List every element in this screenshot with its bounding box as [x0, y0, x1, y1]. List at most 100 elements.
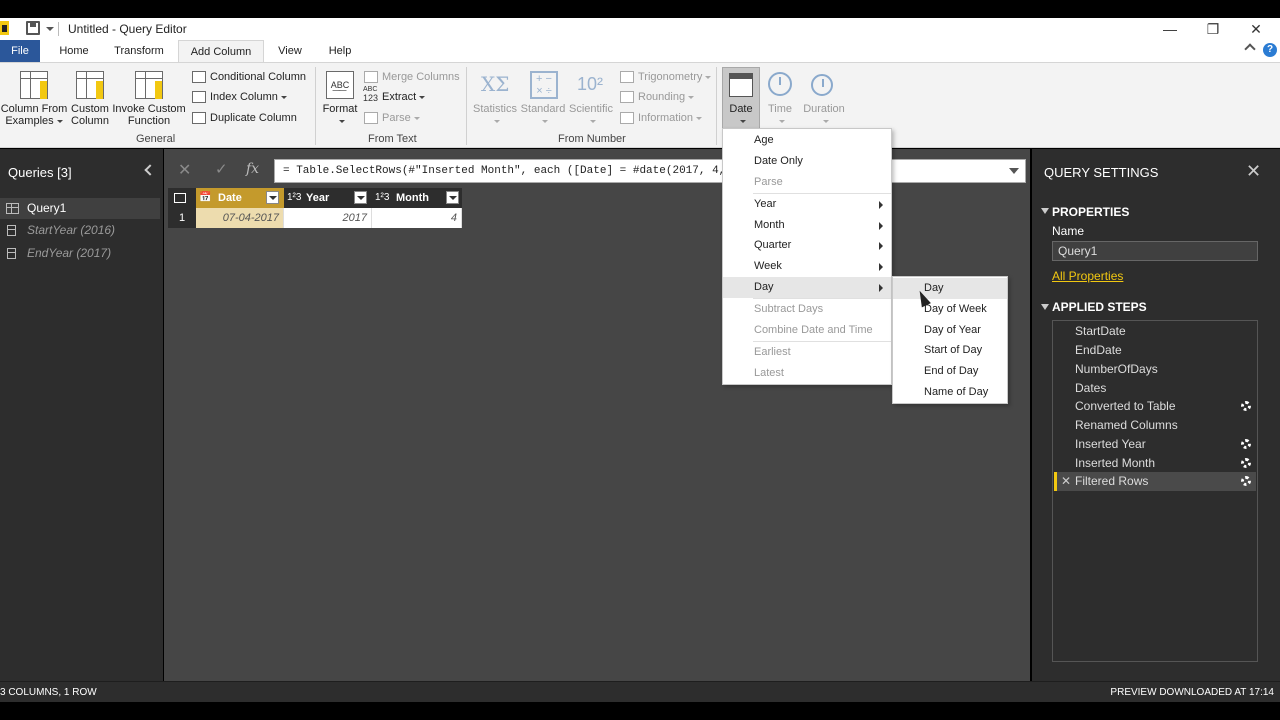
all-properties-link[interactable]: All Properties: [1052, 269, 1123, 283]
gear-icon[interactable]: [1241, 458, 1251, 468]
tab-transform[interactable]: Transform: [108, 40, 170, 62]
time-button[interactable]: Time: [762, 103, 798, 127]
merge-columns-button[interactable]: Merge Columns: [364, 68, 460, 86]
step-item[interactable]: Inserted Month: [1054, 454, 1256, 473]
query-item-endyear[interactable]: EndYear (2017): [0, 243, 160, 264]
fx-icon[interactable]: fx: [246, 161, 259, 177]
column-header-month[interactable]: 1²3 Month: [372, 188, 462, 208]
rounding-button[interactable]: Rounding: [620, 88, 695, 106]
submenu-item-day-of-year[interactable]: Day of Year: [893, 320, 1007, 341]
parse-button[interactable]: Parse: [364, 109, 420, 127]
minimize-button[interactable]: —: [1150, 18, 1190, 40]
standard-button[interactable]: Standard: [520, 103, 566, 127]
statistics-icon: XΣ: [481, 72, 510, 96]
date-button[interactable]: Date: [722, 103, 760, 127]
menu-item-earliest[interactable]: Earliest: [723, 342, 891, 363]
table-menu-button[interactable]: [168, 188, 196, 208]
tab-file[interactable]: File: [0, 40, 40, 62]
column-header-date[interactable]: 📅 Date: [196, 188, 284, 208]
information-button[interactable]: Information: [620, 109, 703, 127]
table-cell[interactable]: 2017: [284, 208, 372, 228]
menu-item-date-only[interactable]: Date Only: [723, 151, 891, 172]
formula-cancel-icon[interactable]: ✕: [178, 160, 191, 180]
collapse-pane-icon[interactable]: [144, 164, 156, 176]
column-header-year[interactable]: 1²3 Year: [284, 188, 372, 208]
submenu-item-end-of-day[interactable]: End of Day: [893, 361, 1007, 382]
column-from-examples-button[interactable]: Column From Examples: [0, 103, 68, 127]
column-header-label: Year: [306, 192, 330, 204]
chevron-down-icon: [705, 75, 712, 79]
collapse-triangle-icon[interactable]: [1041, 304, 1049, 310]
index-column-button[interactable]: Index Column: [192, 88, 287, 106]
menu-item-month[interactable]: Month: [723, 215, 891, 236]
menu-item-age[interactable]: Age: [723, 130, 891, 151]
formula-input[interactable]: = Table.SelectRows(#"Inserted Month", ea…: [274, 159, 1026, 183]
trigonometry-button[interactable]: Trigonometry: [620, 68, 712, 86]
collapse-triangle-icon[interactable]: [1041, 208, 1049, 214]
step-item[interactable]: Renamed Columns: [1054, 416, 1256, 435]
menu-item-latest[interactable]: Latest: [723, 363, 891, 384]
menu-item-day[interactable]: Day: [723, 277, 891, 298]
menu-item-quarter[interactable]: Quarter: [723, 235, 891, 256]
close-settings-icon[interactable]: ✕: [1246, 161, 1261, 182]
table-cell[interactable]: 07-04-2017: [196, 208, 284, 228]
step-item[interactable]: NumberOfDays: [1054, 360, 1256, 379]
menu-item-label: Year: [754, 198, 777, 210]
submenu-item-start-of-day[interactable]: Start of Day: [893, 340, 1007, 361]
duplicate-column-button[interactable]: Duplicate Column: [192, 109, 297, 127]
expand-formula-icon[interactable]: [1009, 168, 1019, 174]
step-item[interactable]: Converted to Table: [1054, 397, 1256, 416]
custom-column-button[interactable]: Custom Column: [68, 103, 112, 127]
filter-dropdown-icon[interactable]: [354, 191, 367, 204]
invoke-custom-function-button[interactable]: Invoke Custom Function: [112, 103, 186, 127]
step-item[interactable]: Inserted Year: [1054, 435, 1256, 454]
extract-label: Extract: [382, 91, 417, 103]
delete-step-icon[interactable]: ✕: [1061, 472, 1071, 491]
step-item-selected[interactable]: ✕ Filtered Rows: [1054, 472, 1256, 491]
ribbon: Column From Examples Custom Column Invok…: [0, 62, 1280, 148]
tab-view[interactable]: View: [270, 40, 310, 62]
tab-help[interactable]: Help: [320, 40, 360, 62]
day-submenu: Day Day of Week Day of Year Start of Day…: [892, 276, 1008, 404]
gear-icon[interactable]: [1241, 401, 1251, 411]
tab-home[interactable]: Home: [52, 40, 96, 62]
duration-button[interactable]: Duration: [800, 103, 848, 127]
step-item[interactable]: StartDate: [1054, 322, 1256, 341]
gear-icon[interactable]: [1241, 439, 1251, 449]
filter-dropdown-icon[interactable]: [446, 191, 459, 204]
tab-add-column[interactable]: Add Column: [178, 40, 264, 62]
step-item[interactable]: Dates: [1054, 379, 1256, 398]
query-name-input[interactable]: Query1: [1052, 241, 1258, 261]
extract-button[interactable]: ABC 123 Extract: [363, 86, 426, 106]
menu-item-subtract-days[interactable]: Subtract Days: [723, 299, 891, 320]
quick-access-dropdown-icon[interactable]: [46, 27, 54, 31]
save-icon[interactable]: [26, 21, 40, 35]
submenu-item-day[interactable]: Day: [893, 278, 1007, 299]
query-item-startyear[interactable]: StartYear (2016): [0, 220, 160, 241]
submenu-item-name-of-day[interactable]: Name of Day: [893, 382, 1007, 403]
close-button[interactable]: ✕: [1236, 18, 1276, 40]
step-item[interactable]: EndDate: [1054, 341, 1256, 360]
table-cell[interactable]: 4: [372, 208, 462, 228]
gear-icon[interactable]: [1241, 476, 1251, 486]
menu-item-parse[interactable]: Parse: [723, 172, 891, 193]
scientific-button[interactable]: Scientific: [566, 103, 616, 127]
menu-item-week[interactable]: Week: [723, 256, 891, 277]
window-title: Untitled - Query Editor: [68, 22, 187, 36]
screen-bottom-border: [0, 702, 1280, 720]
menu-item-combine-date-time[interactable]: Combine Date and Time: [723, 320, 891, 341]
invoke-function-icon: [135, 71, 163, 99]
query-item-query1[interactable]: Query1: [0, 198, 160, 219]
filter-icon[interactable]: [266, 191, 279, 204]
restore-button[interactable]: ❐: [1193, 18, 1233, 40]
formula-commit-icon[interactable]: ✓: [215, 160, 228, 178]
menu-item-year[interactable]: Year: [723, 194, 891, 215]
format-button[interactable]: Format: [320, 103, 360, 127]
statistics-button[interactable]: Statistics: [470, 103, 520, 127]
abc-icon-text: ABC: [363, 86, 378, 93]
collapse-ribbon-icon[interactable]: [1244, 43, 1256, 55]
properties-header: PROPERTIES: [1052, 205, 1130, 219]
help-icon[interactable]: ?: [1263, 43, 1277, 57]
conditional-column-button[interactable]: Conditional Column: [192, 68, 306, 86]
submenu-item-day-of-week[interactable]: Day of Week: [893, 299, 1007, 320]
